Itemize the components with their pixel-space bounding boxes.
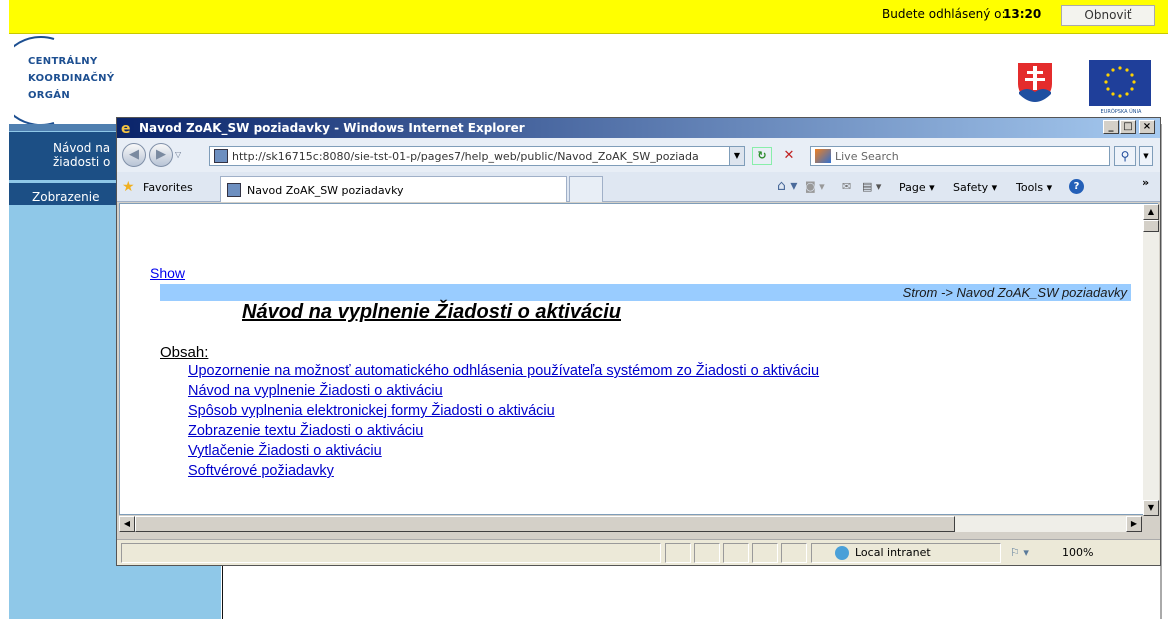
logo-line-3: ORGÁN: [28, 90, 71, 101]
address-dropdown-icon[interactable]: ▼: [729, 146, 745, 166]
new-tab-button[interactable]: [569, 176, 603, 202]
toc-link[interactable]: Upozornenie na možnosť automatického odh…: [188, 361, 819, 381]
favorites-star-icon[interactable]: ★: [122, 179, 135, 195]
stop-icon[interactable]: ✕: [780, 147, 798, 165]
vertical-scroll-thumb[interactable]: [1143, 220, 1159, 232]
tab-favicon-icon: [227, 183, 241, 197]
app-header: [9, 34, 1168, 124]
mail-icon[interactable]: ✉: [842, 180, 851, 193]
sidebar-item-zobrazenie-label: Zobrazenie: [32, 190, 100, 204]
ie-tab-bar: ★ Favorites Navod ZoAK_SW poziadavky ⌂ ▾…: [117, 172, 1160, 202]
toc-link[interactable]: Spôsob vyplnenia elektronickej formy Žia…: [188, 401, 819, 421]
home-icon[interactable]: ⌂ ▾: [777, 178, 797, 194]
tab-navod[interactable]: Navod ZoAK_SW poziadavky: [220, 176, 567, 202]
scroll-left-icon[interactable]: ◀: [119, 516, 135, 532]
page-menu[interactable]: Page ▾: [899, 181, 935, 194]
vertical-scrollbar[interactable]: [1143, 204, 1159, 516]
toc-title: Obsah:: [160, 344, 209, 361]
safety-menu[interactable]: Safety ▾: [953, 181, 997, 194]
ie-logo-icon: e: [121, 121, 131, 137]
logo-line-1: CENTRÁLNY: [28, 56, 98, 67]
ie-window: e Navod ZoAK_SW poziadavky - Windows Int…: [116, 117, 1161, 566]
toc-link[interactable]: Návod na vyplnenie Žiadosti o aktiváciu: [188, 381, 819, 401]
refresh-icon[interactable]: ↻: [752, 147, 772, 165]
protected-mode-icon[interactable]: ⚐ ▾: [1010, 546, 1029, 559]
logout-label: Budete odhlásený o:: [882, 7, 1006, 21]
refresh-session-button[interactable]: Obnoviť: [1061, 5, 1155, 26]
print-icon[interactable]: ▤ ▾: [862, 180, 881, 193]
tab-title: Navod ZoAK_SW poziadavky: [247, 184, 404, 197]
search-input[interactable]: Live Search: [810, 146, 1110, 166]
address-url: http://sk16715c:8080/sie-tst-01-p/pages7…: [232, 150, 699, 163]
help-icon[interactable]: ?: [1069, 179, 1084, 194]
recent-pages-dropdown-icon[interactable]: ▽: [175, 150, 181, 159]
status-pane: [665, 543, 691, 563]
forward-arrow-icon[interactable]: ▶: [149, 143, 173, 167]
minimize-button[interactable]: _: [1103, 120, 1119, 134]
search-options-dropdown-icon[interactable]: ▼: [1139, 146, 1153, 166]
status-pane: [694, 543, 720, 563]
page-title: Návod na vyplnenie Žiadosti o aktiváciu: [242, 301, 621, 323]
slovak-emblem-icon: [1016, 61, 1054, 104]
tools-menu[interactable]: Tools ▾: [1016, 181, 1052, 194]
breadcrumb: Strom -> Navod ZoAK_SW poziadavky: [160, 284, 1131, 301]
toc-link[interactable]: Softvérové požiadavky: [188, 461, 819, 481]
security-zone: Local intranet: [855, 546, 931, 559]
address-bar[interactable]: http://sk16715c:8080/sie-tst-01-p/pages7…: [209, 146, 745, 166]
back-arrow-icon[interactable]: ◀: [122, 143, 146, 167]
ie-window-title: Navod ZoAK_SW poziadavky - Windows Inter…: [139, 121, 525, 135]
logo-text: CENTRÁLNY KOORDINAČNÝ ORGÁN: [28, 53, 114, 104]
search-placeholder: Live Search: [835, 150, 899, 163]
search-icon[interactable]: ⚲: [1114, 146, 1136, 166]
horizontal-scroll-thumb[interactable]: [135, 516, 955, 532]
eu-caption: EURÓPSKA ÚNIA: [1100, 109, 1142, 115]
ie-status-bar: Local intranet ⚐ ▾ 100%: [117, 539, 1160, 565]
session-bar: Budete odhlásený o:: [9, 0, 1168, 34]
show-link[interactable]: Show: [150, 265, 185, 281]
status-pane: [752, 543, 778, 563]
page-favicon-icon: [214, 149, 228, 163]
live-search-icon: [815, 149, 831, 163]
status-text-pane: [121, 543, 661, 563]
scroll-right-icon[interactable]: ▶: [1126, 516, 1142, 532]
page-viewport: Show Strom -> Navod ZoAK_SW poziadavky N…: [119, 203, 1159, 516]
zoom-level[interactable]: 100%: [1062, 546, 1093, 559]
maximize-button[interactable]: □: [1120, 120, 1136, 134]
ie-navigation-bar: ◀ ▶ ▽ http://sk16715c:8080/sie-tst-01-p/…: [117, 138, 1160, 172]
toc-link[interactable]: Vytlačenie Žiadosti o aktiváciu: [188, 441, 819, 461]
breadcrumb-text: Strom -> Navod ZoAK_SW poziadavky: [902, 285, 1127, 300]
scroll-up-icon[interactable]: ▲: [1143, 204, 1159, 220]
status-pane: [781, 543, 807, 563]
logout-time: 13:20: [1003, 7, 1042, 21]
favorites-button[interactable]: Favorites: [143, 181, 193, 194]
close-button[interactable]: ×: [1139, 120, 1155, 134]
status-pane: [723, 543, 749, 563]
feeds-icon[interactable]: ◙ ▾: [805, 180, 825, 193]
ie-title-bar[interactable]: e Navod ZoAK_SW poziadavky - Windows Int…: [117, 118, 1160, 138]
toc-list: Upozornenie na možnosť automatického odh…: [188, 361, 819, 481]
logo-line-2: KOORDINAČNÝ: [28, 73, 115, 84]
more-commands-icon[interactable]: »: [1142, 176, 1149, 189]
sidebar-item-navod-line2: žiadosti o: [53, 155, 111, 169]
sidebar-item-navod-line1: Návod na: [53, 141, 111, 155]
intranet-globe-icon: [835, 546, 849, 560]
toc-link[interactable]: Zobrazenie textu Žiadosti o aktiváciu: [188, 421, 819, 441]
eu-flag-icon: [1089, 60, 1151, 106]
scroll-down-icon[interactable]: ▼: [1143, 500, 1159, 516]
